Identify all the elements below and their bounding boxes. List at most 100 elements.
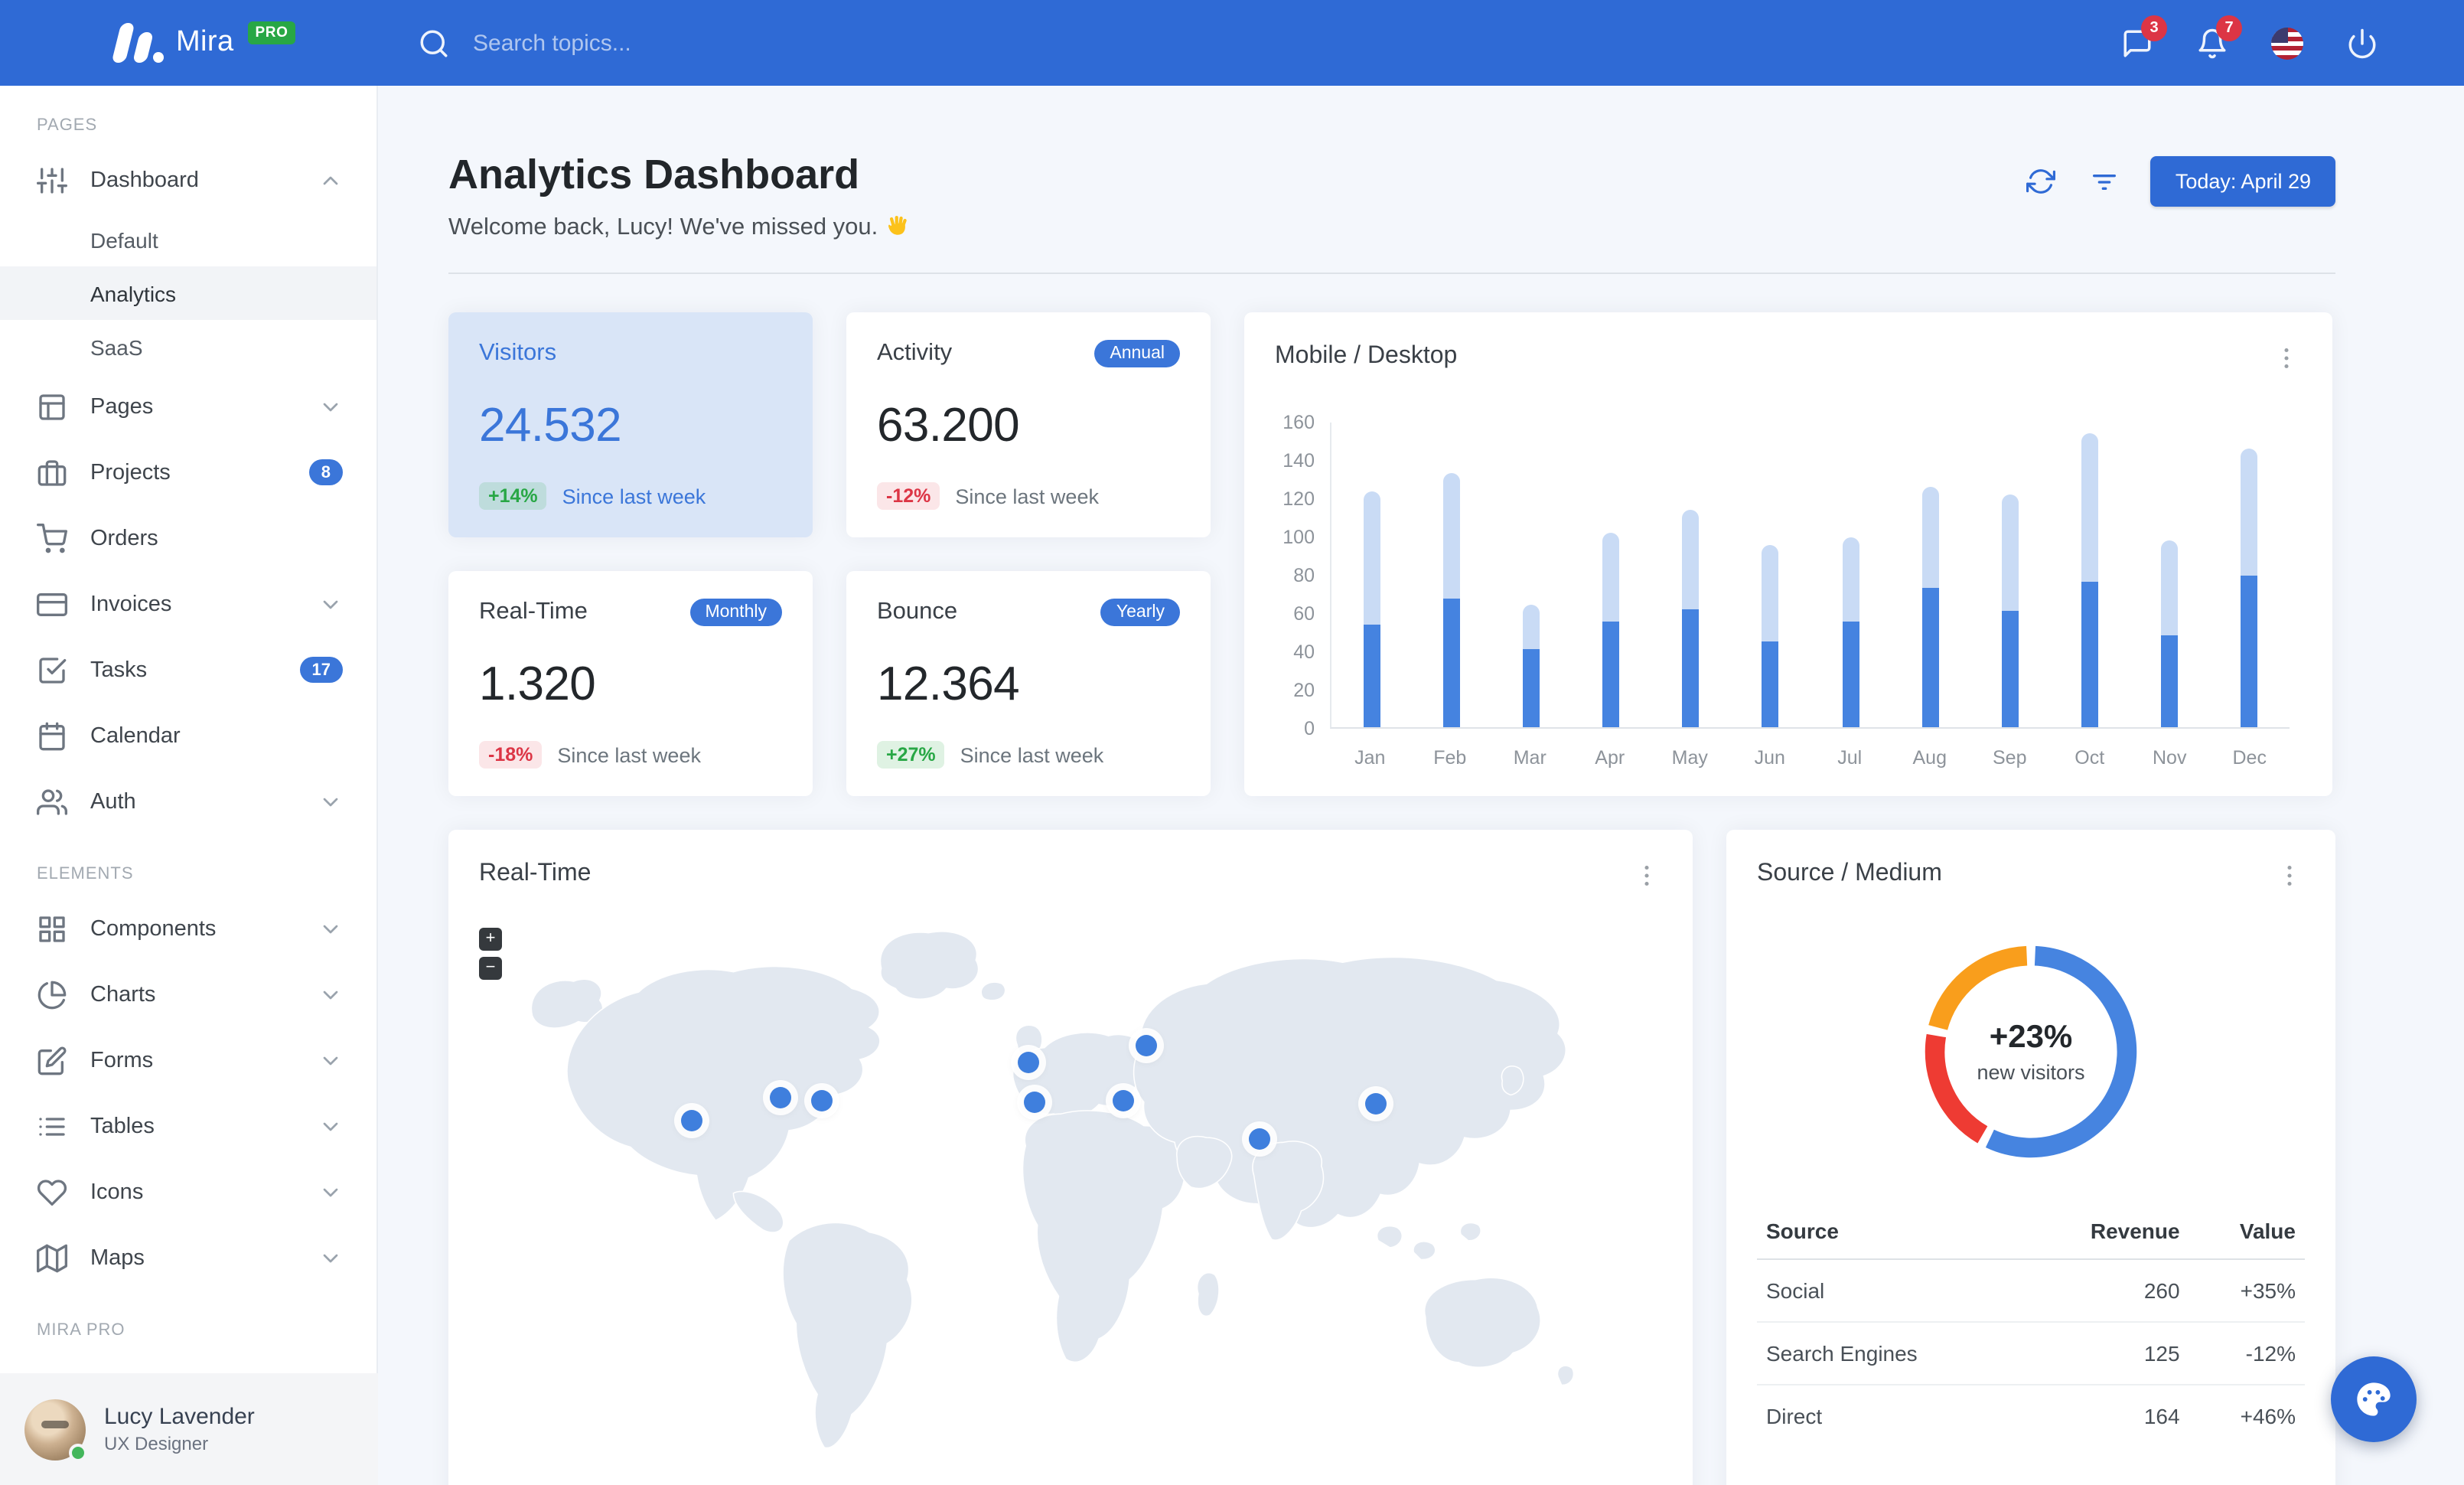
sidebar-item-maps[interactable]: Maps bbox=[0, 1225, 376, 1291]
language-flag-icon[interactable] bbox=[2270, 26, 2303, 60]
map-marker bbox=[1135, 1034, 1157, 1056]
more-vertical-icon[interactable] bbox=[2274, 860, 2305, 891]
stat-delta-badge: +27% bbox=[877, 741, 945, 769]
chevron-up-icon bbox=[318, 168, 343, 192]
search-icon[interactable] bbox=[416, 26, 450, 60]
bar-apr bbox=[1571, 423, 1651, 727]
today-date-button[interactable]: Today: April 29 bbox=[2150, 156, 2335, 207]
page-header: Analytics Dashboard Welcome back, Lucy! … bbox=[448, 150, 2335, 242]
more-vertical-icon[interactable] bbox=[2271, 343, 2302, 374]
notifications-bell-icon[interactable]: 7 bbox=[2195, 15, 2242, 60]
sidebar-item-label: Tasks bbox=[90, 658, 148, 682]
source-medium-card: Source / Medium +23% new visitors Source… bbox=[1726, 830, 2335, 1485]
messages-icon[interactable]: 3 bbox=[2120, 15, 2167, 60]
bar-sep bbox=[1970, 423, 2050, 727]
bar-desktop-segment bbox=[2081, 432, 2099, 582]
world-map-svg bbox=[530, 931, 1575, 1449]
stat-title: Bounce bbox=[877, 599, 958, 625]
header-divider bbox=[448, 273, 2335, 274]
filter-icon[interactable] bbox=[2087, 163, 2123, 200]
online-status-dot bbox=[69, 1443, 87, 1461]
sidebar-item-charts[interactable]: Charts bbox=[0, 961, 376, 1027]
sidebar-item-icons[interactable]: Icons bbox=[0, 1159, 376, 1225]
cart-icon bbox=[37, 523, 67, 553]
main-content: Analytics Dashboard Welcome back, Lucy! … bbox=[378, 86, 2464, 1485]
stat-value: 1.320 bbox=[479, 656, 596, 710]
map-marker bbox=[1024, 1091, 1046, 1113]
bar-mobile-segment bbox=[1442, 599, 1460, 727]
sidebar-user[interactable]: Lucy Lavender UX Designer bbox=[0, 1373, 378, 1485]
messages-count-badge: 3 bbox=[2141, 15, 2167, 41]
brand[interactable]: Mira PRO bbox=[110, 0, 296, 86]
sidebar-subitem-default[interactable]: Default bbox=[0, 213, 376, 266]
mobile-desktop-chart-card: Mobile / Desktop 0 20 40 60 80 100 120 140 160 J… bbox=[1244, 312, 2332, 796]
y-tick-label: 140 bbox=[1283, 450, 1315, 472]
y-tick-label: 120 bbox=[1283, 488, 1315, 510]
bar-mobile-segment bbox=[2081, 582, 2099, 727]
sidebar-item-tasks[interactable]: Tasks 17 bbox=[0, 637, 376, 703]
x-tick-label: Apr bbox=[1595, 747, 1625, 769]
calendar-icon bbox=[37, 720, 67, 751]
bar-desktop-segment bbox=[1363, 491, 1380, 624]
cell-revenue: 125 bbox=[2021, 1322, 2189, 1385]
bar-desktop-segment bbox=[1762, 545, 1779, 641]
search-input[interactable] bbox=[470, 28, 837, 57]
sidebar-item-dashboard[interactable]: Dashboard bbox=[0, 147, 376, 213]
y-tick-label: 40 bbox=[1293, 641, 1315, 663]
x-tick-label: Jun bbox=[1754, 747, 1785, 769]
navbar-search bbox=[416, 0, 837, 86]
chevron-down-icon bbox=[318, 592, 343, 616]
stat-title: Real-Time bbox=[479, 599, 588, 625]
source-table: Source Revenue Value Social 260 +35% Search… bbox=[1757, 1206, 2305, 1447]
realtime-map-card: Real-Time + − bbox=[448, 830, 1693, 1485]
bar-may bbox=[1651, 423, 1730, 727]
sidebar-item-label: Tables bbox=[90, 1114, 155, 1138]
sidebar-item-projects[interactable]: Projects 8 bbox=[0, 439, 376, 505]
bar-desktop-segment bbox=[1442, 472, 1460, 599]
theme-palette-fab[interactable] bbox=[2331, 1356, 2417, 1442]
sidebar-subitem-analytics[interactable]: Analytics bbox=[0, 266, 376, 320]
cell-source: Social bbox=[1757, 1259, 2022, 1323]
sidebar-item-tables[interactable]: Tables bbox=[0, 1093, 376, 1159]
sidebar-count-badge: 17 bbox=[299, 657, 343, 683]
sidebar-subitem-saas[interactable]: SaaS bbox=[0, 320, 376, 374]
sidebar-item-label: Components bbox=[90, 916, 217, 941]
bar-desktop-segment bbox=[1842, 537, 1859, 622]
refresh-icon[interactable] bbox=[2022, 163, 2059, 200]
sidebar-item-auth[interactable]: Auth bbox=[0, 769, 376, 834]
bar-desktop-segment bbox=[2241, 448, 2258, 576]
bar-mobile-segment bbox=[2001, 610, 2019, 727]
sidebar-item-pages[interactable]: Pages bbox=[0, 374, 376, 439]
power-logout-icon[interactable] bbox=[2345, 26, 2378, 60]
sidebar-item-label: Pages bbox=[90, 394, 154, 419]
chevron-down-icon bbox=[318, 916, 343, 941]
map-zoom-controls: + − bbox=[479, 928, 502, 980]
more-vertical-icon[interactable] bbox=[1631, 860, 1662, 891]
col-header-revenue: Revenue bbox=[2021, 1206, 2189, 1260]
map-zoom-out-button[interactable]: − bbox=[479, 957, 502, 980]
welcome-message: Welcome back, Lucy! We've missed you. bbox=[448, 213, 911, 242]
bar-jul bbox=[1811, 423, 1890, 727]
map-marker bbox=[1364, 1093, 1387, 1115]
mira-logo-icon bbox=[110, 23, 164, 63]
edit-icon bbox=[37, 1045, 67, 1075]
sidebar-item-calendar[interactable]: Calendar bbox=[0, 703, 376, 769]
user-avatar bbox=[24, 1399, 87, 1461]
sidebar-nav: PAGES Dashboard Default Analytics SaaS Pages P… bbox=[0, 86, 376, 1352]
sidebar-item-orders[interactable]: Orders bbox=[0, 505, 376, 571]
sidebar-item-forms[interactable]: Forms bbox=[0, 1027, 376, 1093]
navbar-actions: 3 7 bbox=[2120, 0, 2378, 86]
map-zoom-in-button[interactable]: + bbox=[479, 928, 502, 951]
stat-card-visitors: Visitors 24.532 +14% Since last week bbox=[448, 312, 813, 537]
cell-value: +46% bbox=[2240, 1404, 2296, 1428]
sidebar-item-label: Dashboard bbox=[90, 168, 199, 192]
bar-desktop-segment bbox=[1522, 605, 1540, 649]
user-role: UX Designer bbox=[104, 1433, 209, 1454]
sidebar-item-components[interactable]: Components bbox=[0, 896, 376, 961]
map-marker bbox=[811, 1090, 833, 1112]
pie-chart-icon bbox=[37, 979, 67, 1010]
map-marker bbox=[1113, 1090, 1135, 1112]
bar-chart: 0 20 40 60 80 100 120 140 160 Jan Feb Mar Apr May Jun… bbox=[1275, 412, 2302, 778]
sidebar-item-label: Charts bbox=[90, 982, 156, 1007]
sidebar-item-invoices[interactable]: Invoices bbox=[0, 571, 376, 637]
